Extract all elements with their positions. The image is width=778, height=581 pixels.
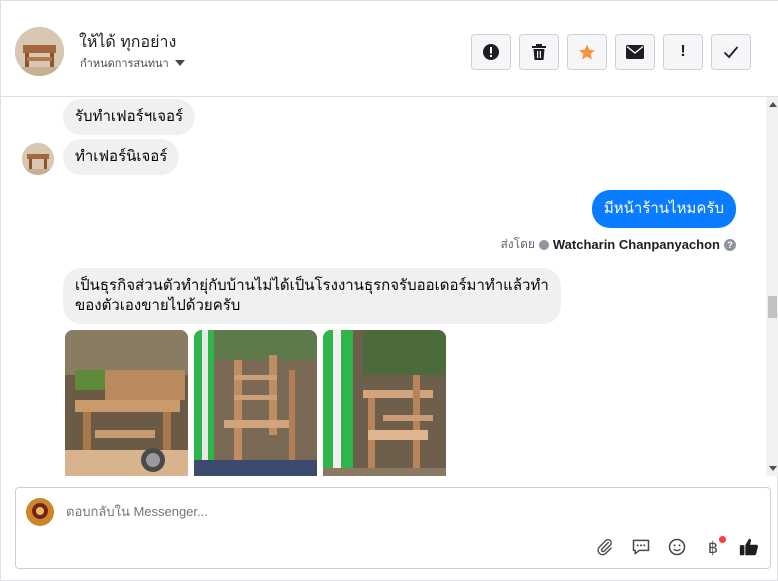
incoming-message: ทำเฟอร์นิเจอร์	[63, 139, 180, 175]
baht-icon: ฿	[707, 537, 719, 557]
paperclip-icon	[597, 539, 612, 556]
scroll-down-arrow-icon[interactable]	[769, 466, 777, 471]
important-button[interactable]: !	[663, 34, 703, 70]
attachment-photo[interactable]	[65, 330, 188, 476]
star-icon	[579, 44, 595, 60]
contact-avatar[interactable]	[15, 27, 64, 76]
envelope-icon	[626, 45, 644, 59]
reply-input[interactable]	[66, 504, 666, 519]
sender-name[interactable]: Watcharin Chanpanyachon	[553, 237, 720, 252]
help-icon[interactable]: ?	[724, 238, 736, 251]
incoming-message: รับทำเฟอร์ฯเจอร์	[63, 99, 196, 135]
saved-replies-button[interactable]	[630, 536, 652, 558]
page-avatar	[26, 498, 54, 526]
inbox-conversation-panel: ให้ได้ ทุกอย่าง กำหนดการสนทนา ! รับทำเฟอ…	[0, 0, 778, 581]
thumbs-up-icon	[739, 538, 758, 556]
alert-circle-icon	[483, 44, 499, 60]
checkmark-icon	[723, 46, 739, 59]
conversation-settings-dropdown[interactable]: กำหนดการสนทนา	[80, 54, 185, 72]
scroll-thumb[interactable]	[768, 296, 777, 318]
composer-tools: ฿	[594, 536, 760, 558]
sent-by-label: ส่งโดย	[500, 237, 535, 251]
incoming-message: เป็นธุรกิจส่วนตัวทำยุ่กับบ้านไม่ได้เป็นโ…	[63, 268, 561, 324]
notification-dot	[719, 536, 726, 543]
sent-by-indicator: ส่งโดย Watcharin Chanpanyachon ?	[500, 235, 736, 254]
verified-dot-icon	[538, 239, 549, 250]
payments-button[interactable]: ฿	[702, 536, 726, 558]
attachment-photo[interactable]	[194, 330, 317, 476]
trash-icon	[532, 44, 546, 60]
conversation-header: ให้ได้ ทุกอย่าง กำหนดการสนทนา !	[1, 1, 778, 97]
like-button[interactable]	[738, 536, 760, 558]
caret-down-icon	[174, 60, 185, 66]
contact-small-avatar	[22, 143, 54, 175]
chat-bubble-icon	[632, 539, 650, 555]
spam-report-button[interactable]	[471, 34, 511, 70]
conversation-actions: !	[471, 34, 751, 70]
photo-attachments	[65, 330, 446, 476]
delete-button[interactable]	[519, 34, 559, 70]
exclamation-icon: !	[680, 43, 686, 60]
mark-unread-button[interactable]	[615, 34, 655, 70]
conversation-settings-label: กำหนดการสนทนา	[80, 58, 169, 70]
outgoing-message: มีหน้าร้านไหมครับ	[591, 190, 736, 228]
done-button[interactable]	[711, 34, 751, 70]
contact-name[interactable]: ให้ได้ ทุกอย่าง	[79, 30, 176, 55]
reply-composer: ฿	[15, 487, 771, 569]
smiley-icon	[668, 538, 686, 556]
message-thread[interactable]: รับทำเฟอร์ฯเจอร์ ทำเฟอร์นิเจอร์ มีหน้าร้…	[1, 97, 766, 476]
emoji-button[interactable]	[666, 536, 688, 558]
attachment-photo[interactable]	[323, 330, 446, 476]
attach-button[interactable]	[594, 536, 616, 558]
scroll-up-arrow-icon[interactable]	[769, 102, 777, 107]
star-button[interactable]	[567, 34, 607, 70]
thread-scrollbar[interactable]	[766, 97, 778, 476]
